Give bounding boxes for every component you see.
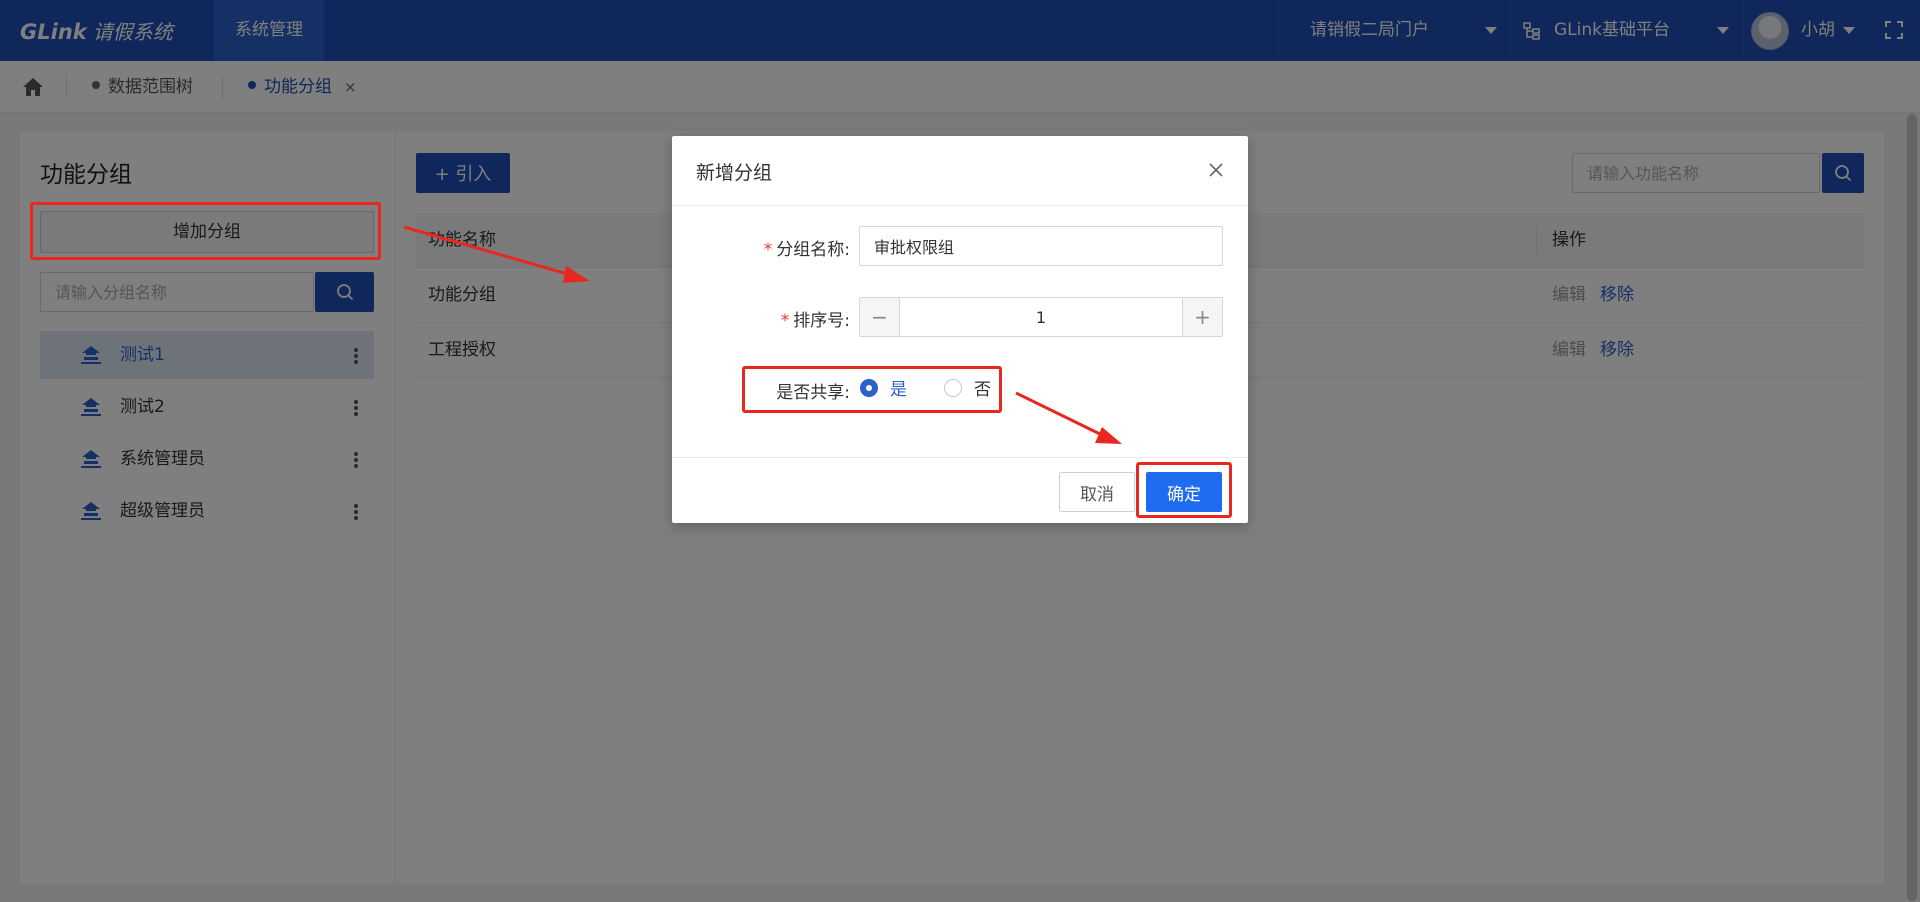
sort-order-label-text: 排序号:	[793, 311, 850, 331]
decrement-button[interactable]: −	[860, 298, 900, 336]
sort-order-stepper: − +	[859, 297, 1223, 337]
group-name-label: * 分组名称:	[764, 235, 850, 260]
highlight-share-option	[742, 366, 1002, 413]
dialog-header: 新增分组	[672, 136, 1248, 206]
increment-button[interactable]: +	[1182, 298, 1222, 336]
sort-order-label: * 排序号:	[781, 306, 850, 331]
close-icon[interactable]	[1208, 162, 1224, 178]
group-name-input[interactable]	[859, 226, 1223, 266]
highlight-confirm	[1136, 462, 1232, 518]
group-name-label-text: 分组名称:	[776, 240, 850, 260]
highlight-add-group	[30, 202, 381, 260]
sort-order-input[interactable]	[900, 298, 1182, 336]
required-asterisk: *	[763, 240, 773, 260]
dialog-title: 新增分组	[696, 162, 773, 184]
cancel-button[interactable]: 取消	[1059, 472, 1135, 512]
required-asterisk: *	[780, 311, 790, 331]
